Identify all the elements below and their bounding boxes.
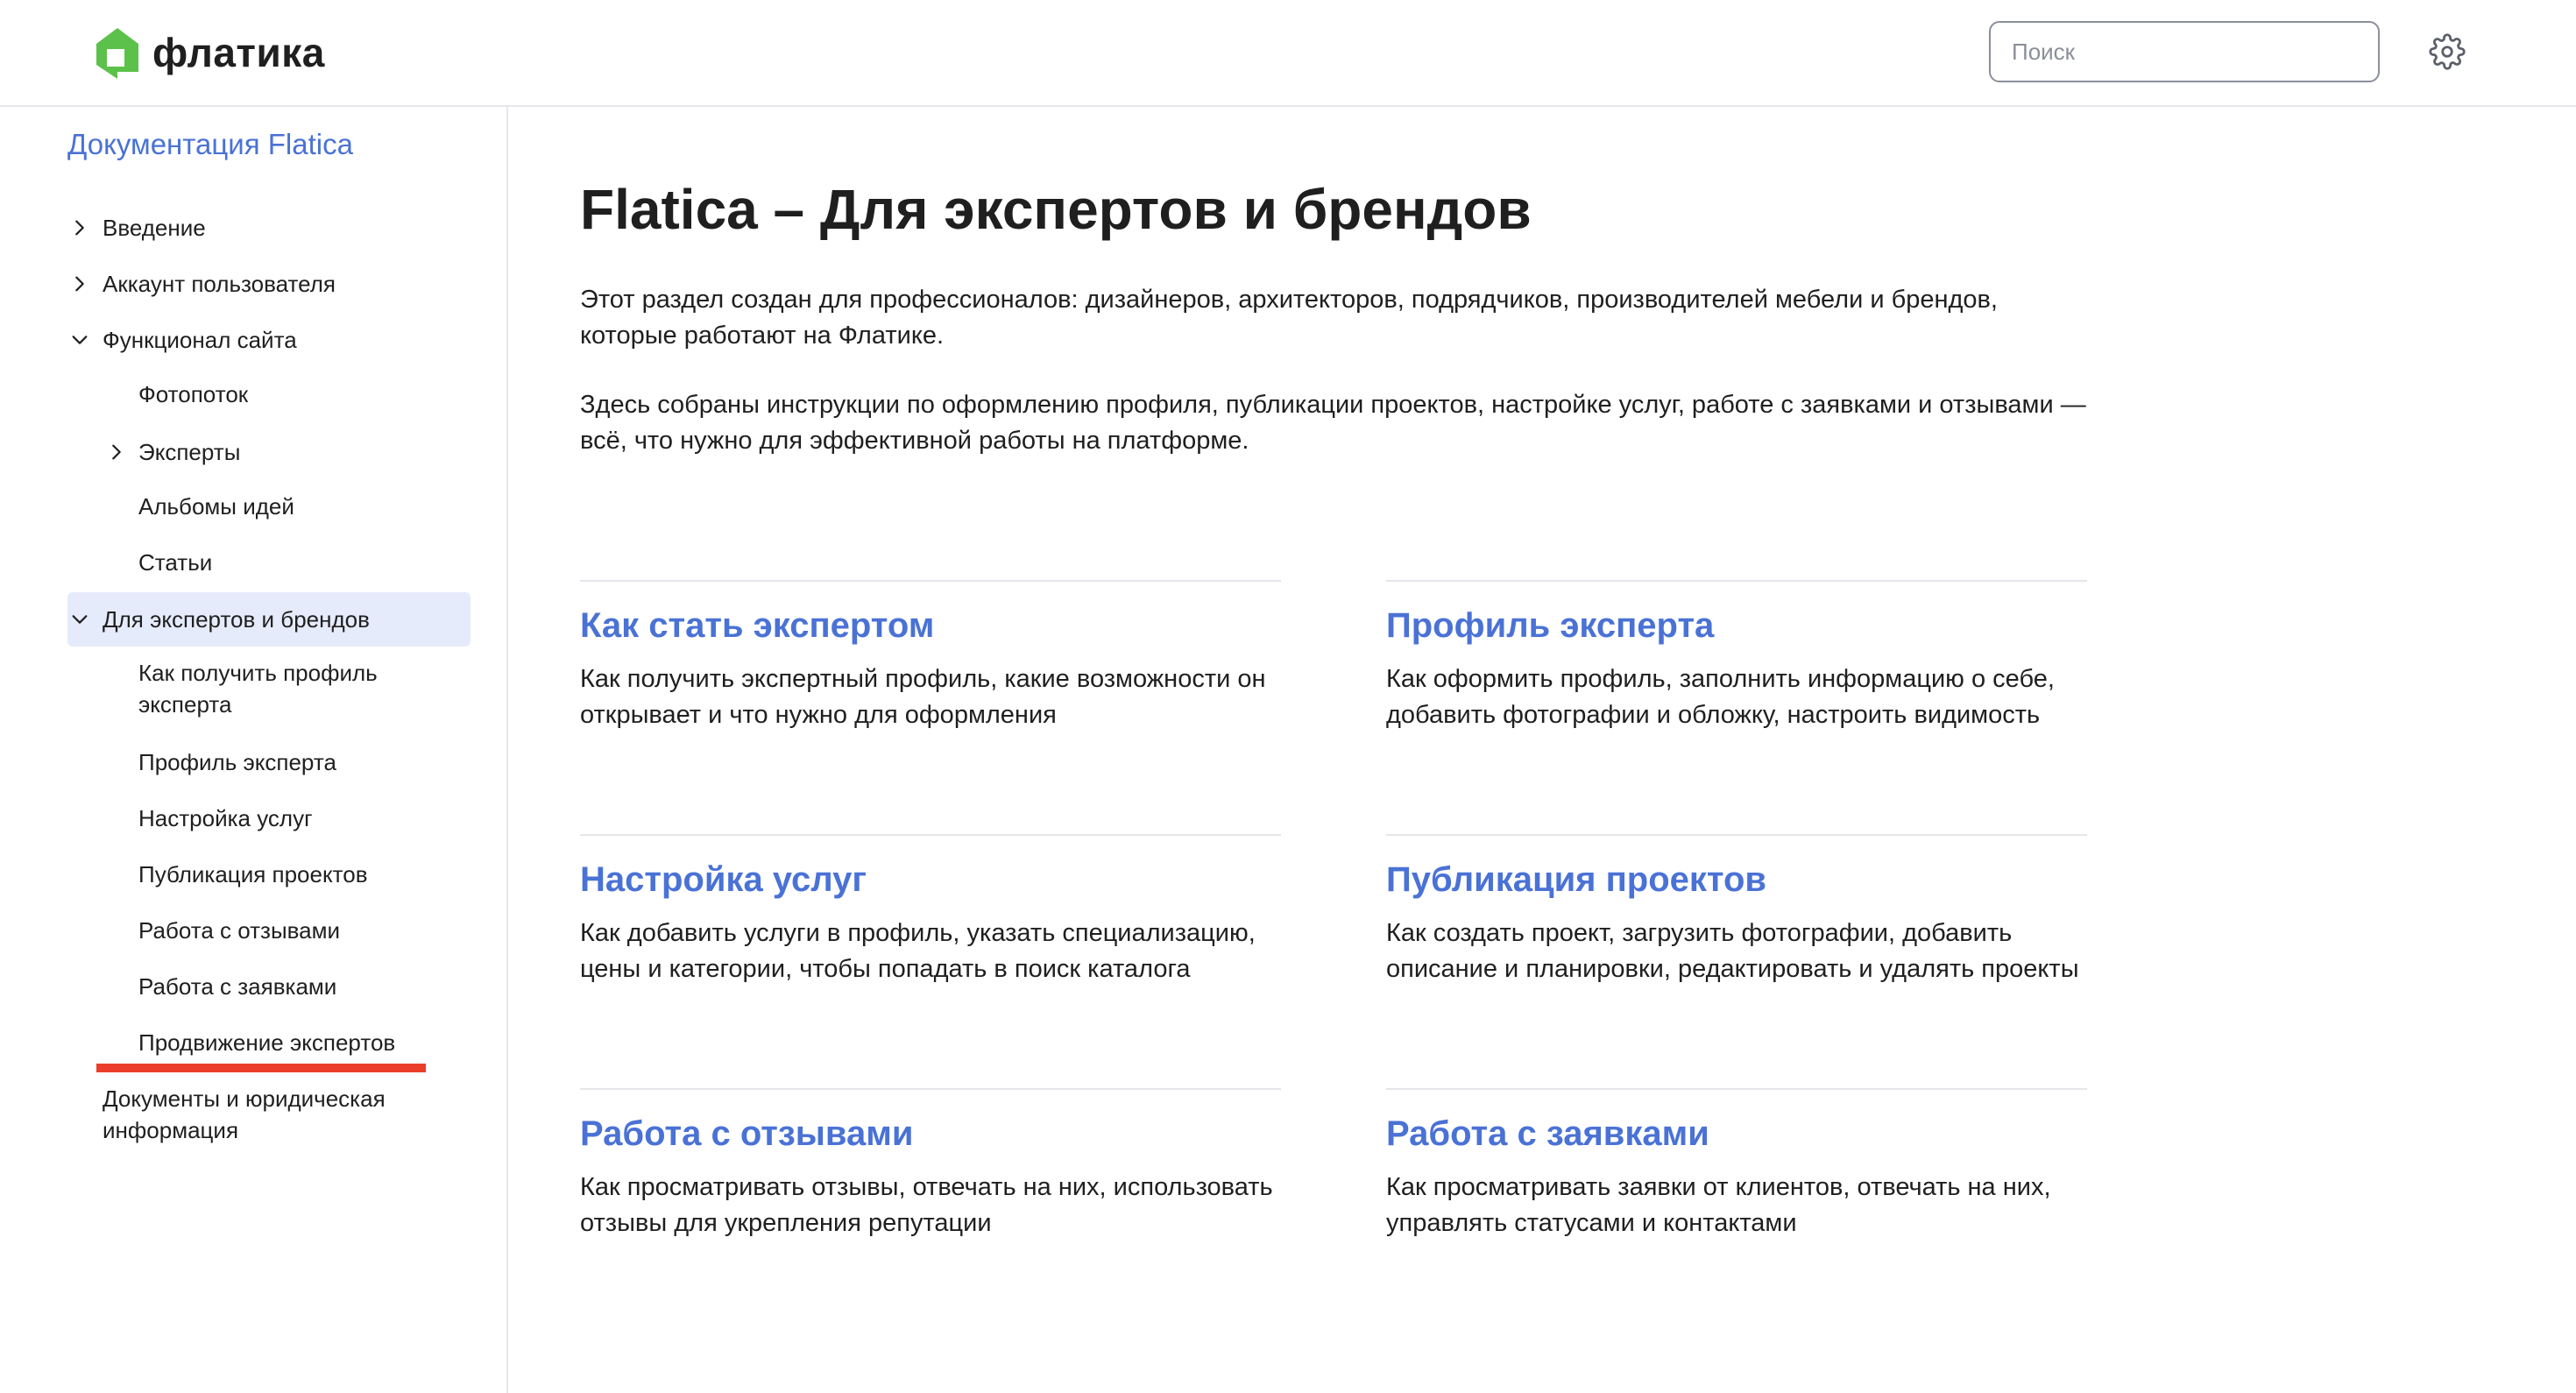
card-description: Как оформить профиль, заполнить информац… — [1386, 665, 2055, 729]
logo-text: флатика — [152, 30, 325, 75]
sidebar-item-site-features[interactable]: Функционал сайта — [103, 324, 297, 356]
intro-paragraph: Этот раздел создан для профессионалов: д… — [580, 286, 1998, 350]
doc-card: Настройка услуг Как добавить услуги в пр… — [580, 834, 1281, 987]
doc-card: Профиль эксперта Как оформить профиль, з… — [1386, 580, 2087, 733]
sidebar-item-publish-projects[interactable]: Публикация проектов — [138, 859, 368, 890]
sidebar-item-expert-profile[interactable]: Профиль эксперта — [138, 746, 336, 778]
chevron-right-icon[interactable] — [107, 442, 126, 462]
card-description: Как создать проект, загрузить фотографии… — [1386, 919, 2079, 983]
sidebar-item-introduction[interactable]: Введение — [103, 212, 206, 244]
gear-icon[interactable] — [2429, 33, 2466, 70]
top-header: флатика — [0, 0, 2576, 107]
sidebar-item-requests[interactable]: Работа с заявками — [138, 971, 336, 1002]
card-description: Как просматривать заявки от клиентов, от… — [1386, 1173, 2051, 1237]
intro-paragraph: Здесь собраны инструкции по оформлению п… — [580, 391, 2086, 455]
sidebar-item-expert-promotion[interactable]: Продвижение экспертов — [138, 1027, 395, 1058]
sidebar-item-for-experts-brands[interactable]: Для экспертов и брендов — [103, 604, 370, 635]
sidebar-item-experts[interactable]: Эксперты — [138, 436, 240, 468]
card-title-link[interactable]: Как стать экспертом — [580, 606, 1281, 646]
doc-card: Работа с отзывами Как просматривать отзы… — [580, 1088, 1281, 1241]
main-content: Flatica – Для экспертов и брендов Этот р… — [510, 107, 2576, 1393]
chevron-right-icon[interactable] — [70, 274, 89, 293]
sidebar-item-get-expert-profile[interactable]: Как получить профиль эксперта — [138, 657, 428, 720]
card-description: Как просматривать отзывы, отвечать на ни… — [580, 1173, 1273, 1237]
sidebar-item-reviews[interactable]: Работа с отзывами — [138, 915, 340, 946]
chevron-down-icon[interactable] — [70, 610, 89, 629]
sidebar-item-legal-docs[interactable]: Документы и юридическая информация — [103, 1083, 435, 1146]
card-title-link[interactable]: Публикация проектов — [1386, 860, 2087, 900]
page-title: Flatica – Для экспертов и брендов — [580, 178, 1532, 241]
card-description: Как получить экспертный профиль, какие в… — [580, 665, 1266, 729]
card-title-link[interactable]: Работа с заявками — [1386, 1114, 2087, 1154]
sidebar-item-user-account[interactable]: Аккаунт пользователя — [103, 268, 336, 300]
sidebar-title[interactable]: Документация Flatica — [67, 128, 353, 161]
sidebar-item-services-setup[interactable]: Настройка услуг — [138, 803, 313, 834]
chevron-down-icon[interactable] — [70, 330, 89, 350]
doc-card: Как стать экспертом Как получить эксперт… — [580, 580, 1281, 733]
logo[interactable]: флатика — [93, 25, 325, 81]
sidebar-item-idea-albums[interactable]: Альбомы идей — [138, 491, 294, 522]
sidebar-nav: Документация Flatica Введение Аккаунт по… — [0, 107, 508, 1393]
card-title-link[interactable]: Работа с отзывами — [580, 1114, 1281, 1154]
highlight-underline — [96, 1064, 426, 1072]
card-description: Как добавить услуги в профиль, указать с… — [580, 919, 1256, 983]
card-title-link[interactable]: Профиль эксперта — [1386, 606, 2087, 646]
doc-card: Работа с заявками Как просматривать заяв… — [1386, 1088, 2087, 1241]
search-input[interactable] — [1989, 21, 2380, 82]
card-title-link[interactable]: Настройка услуг — [580, 860, 1281, 900]
sidebar-item-photostream[interactable]: Фотопоток — [138, 378, 248, 410]
house-logo-icon — [96, 28, 138, 79]
sidebar-item-articles[interactable]: Статьи — [138, 547, 212, 578]
chevron-right-icon[interactable] — [70, 218, 89, 237]
doc-card: Публикация проектов Как создать проект, … — [1386, 834, 2087, 987]
